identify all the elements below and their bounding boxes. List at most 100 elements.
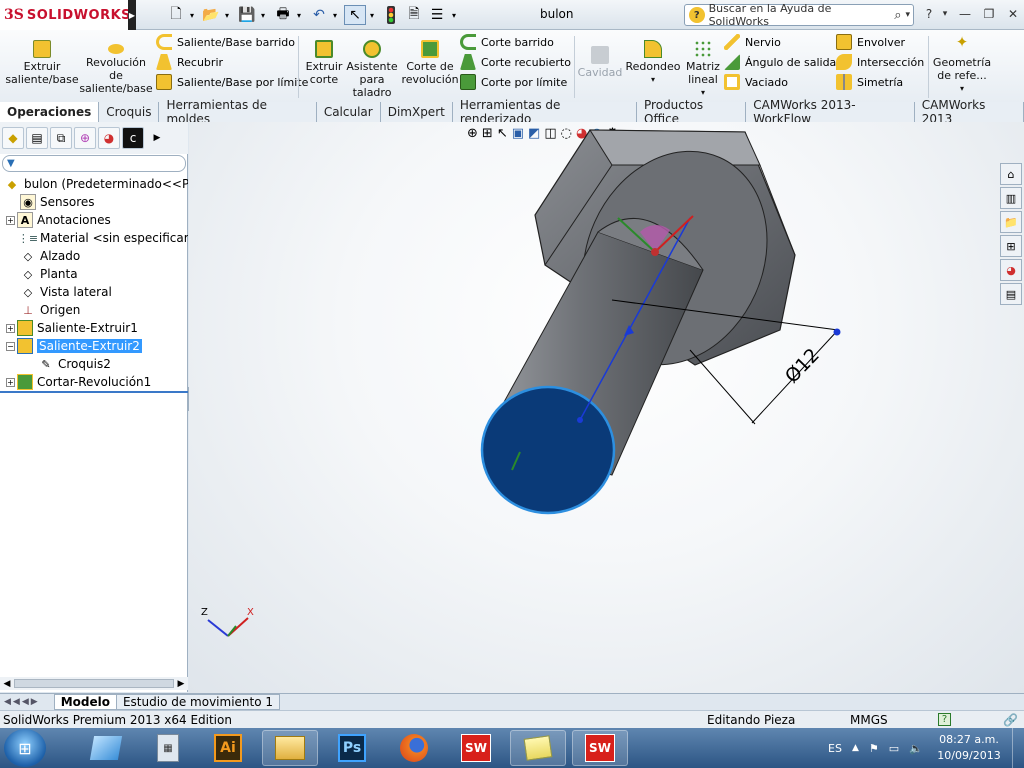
undo-icon[interactable]: ↶: [308, 5, 330, 25]
help-status-icon[interactable]: ?: [938, 713, 951, 726]
menu-expand-arrow-icon[interactable]: ▶: [128, 0, 136, 30]
print-dropdown-icon[interactable]: ▾: [294, 5, 304, 25]
search-dropdown-icon[interactable]: ▾: [905, 10, 913, 20]
feature-tree-tab-icon[interactable]: ◆: [2, 127, 24, 149]
geometria-dropdown-icon[interactable]: ▾: [960, 82, 964, 95]
envolver-button[interactable]: Envolver: [836, 32, 924, 52]
select-pointer-icon[interactable]: ↖: [344, 5, 366, 25]
configuration-manager-tab-icon[interactable]: ⧉: [50, 127, 72, 149]
tree-item-origen[interactable]: ⊥ Origen: [0, 301, 188, 319]
matriz-lineal-button[interactable]: Matriz lineal ▾: [684, 32, 722, 99]
geometria-ref-button[interactable]: ✦ Geometría de refe... ▾: [932, 32, 992, 95]
tab-productos-office[interactable]: Productos Office: [637, 98, 747, 126]
tree-item-saliente-extruir2[interactable]: − Saliente-Extruir2: [0, 337, 188, 355]
rebuild-traffic-light-icon[interactable]: [380, 5, 402, 25]
tab-renderizado[interactable]: Herramientas de renderizado: [452, 98, 638, 126]
solidworks-logo[interactable]: 3S SOLIDWORKS: [0, 0, 131, 30]
tree-item-material[interactable]: ⋮≡ Material <sin especificar>: [0, 229, 188, 247]
tree-item-sensores[interactable]: ◉ Sensores: [0, 193, 188, 211]
tree-item-alzado[interactable]: ◇ Alzado: [0, 247, 188, 265]
new-document-icon[interactable]: 🗋: [165, 5, 187, 25]
help-search-input[interactable]: ? Buscar en la Ayuda de SolidWorks ⌕ ▾: [684, 2, 914, 28]
collapse-icon[interactable]: −: [6, 341, 15, 351]
model-viewport[interactable]: Ø12 Z X: [189, 122, 1024, 693]
extruir-corte-button[interactable]: Extruir corte: [304, 32, 344, 86]
redondeo-dropdown-icon[interactable]: ▾: [651, 73, 655, 86]
notifications-icon[interactable]: 🔗: [1003, 713, 1018, 727]
vaciado-button[interactable]: Vaciado: [724, 72, 836, 92]
view-palette-icon[interactable]: ⊞: [1000, 235, 1022, 257]
tree-item-planta[interactable]: ◇ Planta: [0, 265, 188, 283]
tree-item-croquis2[interactable]: ✎ Croquis2: [0, 355, 188, 373]
camworks-tab-icon[interactable]: c: [122, 127, 144, 149]
help-dropdown-icon[interactable]: ▾: [936, 5, 954, 23]
tree-item-saliente-extruir1[interactable]: + Saliente-Extruir1: [0, 319, 188, 337]
taskbar-solidworks-icon[interactable]: SW: [448, 730, 504, 766]
nervio-button[interactable]: Nervio: [724, 32, 836, 52]
interseccion-button[interactable]: Intersección: [836, 52, 924, 72]
appearances-icon[interactable]: ◕: [1000, 259, 1022, 281]
start-button-icon[interactable]: ⊞: [4, 729, 46, 767]
asistente-taladro-button[interactable]: Asistente para taladro: [346, 32, 398, 99]
language-indicator[interactable]: ES: [828, 742, 842, 755]
restore-icon[interactable]: ❐: [980, 5, 998, 23]
tab-herramientas-moldes[interactable]: Herramientas de moldes: [159, 98, 317, 126]
display-manager-tab-icon[interactable]: ◕: [98, 127, 120, 149]
tab-modelo[interactable]: Modelo: [53, 694, 117, 710]
tree-root-part[interactable]: ◆ bulon (Predeterminado<<Pred: [0, 175, 188, 193]
open-dropdown-icon[interactable]: ▾: [222, 5, 232, 25]
scroll-left-icon[interactable]: ◀: [0, 679, 14, 689]
taskbar-photoshop-icon[interactable]: Ps: [324, 730, 380, 766]
open-folder-icon[interactable]: 📂: [200, 5, 222, 25]
search-magnifier-icon[interactable]: ⌕: [894, 8, 901, 23]
solidworks-resources-icon[interactable]: ⌂: [1000, 163, 1022, 185]
graphics-area[interactable]: ⊕ ⊞ ↖ ▣ ◩ ◫ ◌ ◕ ◑ ⚙: [189, 122, 1024, 693]
undo-dropdown-icon[interactable]: ▾: [330, 5, 340, 25]
tab-calcular[interactable]: Calcular: [316, 102, 381, 122]
corte-recubierto-button[interactable]: Corte recubierto: [460, 52, 571, 72]
redondeo-button[interactable]: Redondeo ▾: [625, 32, 681, 86]
angulo-salida-button[interactable]: Ángulo de salida: [724, 52, 836, 72]
custom-properties-icon[interactable]: ▤: [1000, 283, 1022, 305]
corte-revolucion-button[interactable]: Corte de revolución: [401, 32, 459, 86]
panel-scroll-right-icon[interactable]: ▶: [146, 127, 168, 149]
panel-horizontal-scrollbar[interactable]: ◀ ▶: [0, 677, 188, 690]
taskbar-explorer-icon[interactable]: [262, 730, 318, 766]
dimxpert-tab-icon[interactable]: ⊕: [74, 127, 96, 149]
tree-filter-input[interactable]: ▼: [2, 155, 186, 172]
show-desktop-button[interactable]: [1012, 728, 1024, 768]
dimension-label[interactable]: Ø12: [781, 344, 824, 387]
tab-operaciones[interactable]: Operaciones: [0, 102, 100, 122]
new-dropdown-icon[interactable]: ▾: [187, 5, 197, 25]
tab-navigation-arrows-icon[interactable]: ◀◀◀▶: [0, 697, 44, 707]
tab-dimxpert[interactable]: DimXpert: [380, 102, 453, 122]
show-hidden-icons-icon[interactable]: ▲: [852, 743, 859, 753]
simetria-button[interactable]: Simetría: [836, 72, 924, 92]
design-library-icon[interactable]: ▥: [1000, 187, 1022, 209]
revolucion-saliente-button[interactable]: Revolución de saliente/base: [79, 32, 153, 95]
extruir-saliente-button[interactable]: Extruir saliente/base: [5, 32, 79, 86]
scroll-thumb[interactable]: [14, 679, 174, 688]
rollback-bar[interactable]: [0, 391, 188, 393]
tree-item-vista-lateral[interactable]: ◇ Vista lateral: [0, 283, 188, 301]
saliente-limite-button[interactable]: Saliente/Base por límite: [156, 72, 308, 92]
taskbar-glass-app-icon[interactable]: [78, 730, 134, 766]
recubrir-button[interactable]: Recubrir: [156, 52, 308, 72]
taskbar-firefox-icon[interactable]: [386, 730, 442, 766]
units-text[interactable]: MMGS: [850, 713, 888, 727]
tree-item-anotaciones[interactable]: + A Anotaciones: [0, 211, 188, 229]
options-icon[interactable]: ☰: [426, 5, 448, 25]
taskbar-sticky-notes-icon[interactable]: [510, 730, 566, 766]
select-dropdown-icon[interactable]: ▾: [367, 5, 377, 25]
tree-item-cortar-revolucion1[interactable]: + Cortar-Revolución1: [0, 373, 188, 391]
volume-icon[interactable]: 🔈: [909, 742, 923, 755]
action-center-flag-icon[interactable]: ⚑: [869, 742, 879, 755]
saliente-barrido-button[interactable]: Saliente/Base barrido: [156, 32, 308, 52]
scroll-right-icon[interactable]: ▶: [174, 679, 188, 689]
taskbar-calculator-icon[interactable]: ▦: [140, 730, 196, 766]
file-explorer-icon[interactable]: 📁: [1000, 211, 1022, 233]
network-icon[interactable]: ▭: [889, 742, 899, 755]
close-icon[interactable]: ✕: [1004, 5, 1022, 23]
minimize-icon[interactable]: —: [956, 5, 974, 23]
selected-end-face[interactable]: [480, 385, 616, 515]
